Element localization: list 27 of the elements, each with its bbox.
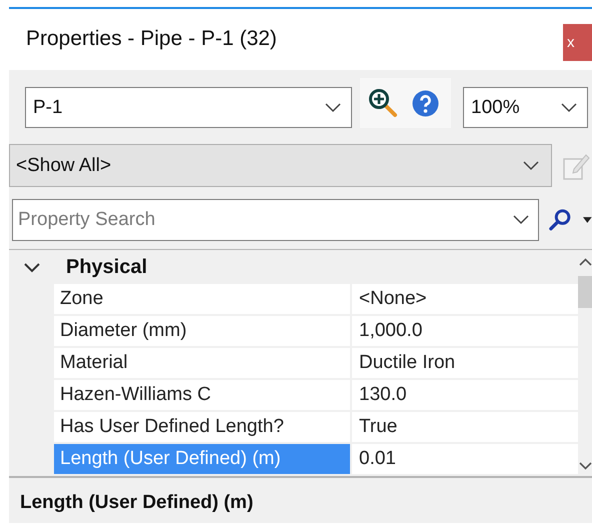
category-label: Physical	[66, 256, 148, 278]
close-button[interactable]: x	[563, 24, 592, 61]
scrollbar[interactable]	[578, 250, 592, 476]
property-value[interactable]: Ductile Iron	[352, 348, 578, 378]
property-search-field[interactable]: Property Search	[12, 199, 539, 241]
zoom-in-icon[interactable]	[368, 88, 398, 118]
property-value[interactable]: True	[352, 412, 578, 442]
property-value[interactable]: <None>	[352, 284, 578, 314]
description-title: Length (User Defined) (m)	[20, 492, 254, 513]
property-value[interactable]: 1,000.0	[352, 316, 578, 346]
property-name[interactable]: Material	[54, 348, 350, 378]
zoom-dropdown[interactable]: 100%	[463, 87, 588, 128]
help-icon[interactable]	[412, 90, 439, 116]
dropdown-arrow-icon[interactable]	[583, 217, 592, 223]
property-name[interactable]: Has User Defined Length?	[54, 412, 350, 442]
scroll-thumb[interactable]	[578, 276, 592, 308]
property-name[interactable]: Diameter (mm)	[54, 316, 350, 346]
property-value[interactable]: 130.0	[352, 380, 578, 410]
window-title: Properties - Pipe - P-1 (32)	[26, 26, 277, 50]
element-dropdown[interactable]: P-1	[25, 87, 352, 128]
scroll-up-icon[interactable]	[578, 258, 592, 266]
filter-dropdown[interactable]: <Show All>	[9, 144, 552, 187]
property-value[interactable]: 0.01	[352, 444, 578, 474]
property-name[interactable]: Zone	[54, 284, 350, 314]
property-name[interactable]: Hazen-Williams C	[54, 380, 350, 410]
scroll-down-icon[interactable]	[578, 462, 592, 470]
search-icon[interactable]	[549, 208, 572, 232]
